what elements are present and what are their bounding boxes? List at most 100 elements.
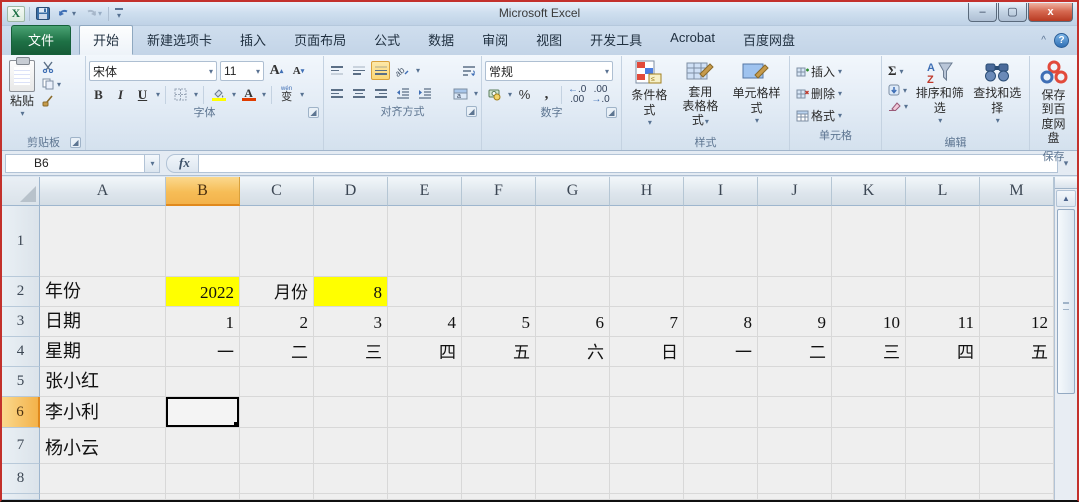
cell-B8[interactable]	[166, 464, 240, 494]
cell-I5[interactable]	[684, 367, 758, 397]
tab-3[interactable]: 页面布局	[280, 25, 360, 55]
cell-H9[interactable]	[610, 494, 684, 500]
font-dialog-launcher-icon[interactable]: ◢	[308, 107, 319, 118]
cell-C1[interactable]	[240, 206, 314, 277]
cell-A1[interactable]	[40, 206, 166, 277]
copy-button[interactable]: ▾	[40, 77, 63, 91]
scrollbar-split-box[interactable]	[1055, 177, 1077, 189]
row-header-2[interactable]: 2	[2, 277, 40, 307]
cell-A2[interactable]: 年份	[40, 277, 166, 307]
row-header-5[interactable]: 5	[2, 367, 40, 397]
cell-F1[interactable]	[462, 206, 536, 277]
cell-E5[interactable]	[388, 367, 462, 397]
undo-button[interactable]: ▾	[56, 5, 78, 22]
tab-7[interactable]: 视图	[522, 25, 576, 55]
column-header-M[interactable]: M	[980, 177, 1054, 206]
format-as-table-dropdown-icon[interactable]: ▾	[705, 117, 709, 126]
cell-I4[interactable]: 一	[684, 337, 758, 367]
orientation-dropdown-icon[interactable]: ▾	[416, 66, 420, 75]
cell-A9[interactable]	[40, 494, 166, 500]
cell-C6[interactable]	[240, 397, 314, 428]
bold-button[interactable]: B	[89, 85, 108, 104]
fill-color-button[interactable]	[209, 85, 228, 104]
wrap-text-button[interactable]	[459, 61, 478, 80]
redo-button[interactable]: ▾	[82, 5, 104, 22]
scrollbar-track[interactable]	[1055, 395, 1077, 500]
cell-G1[interactable]	[536, 206, 610, 277]
minimize-button[interactable]: –	[968, 2, 997, 22]
cell-D5[interactable]	[314, 367, 388, 397]
insert-cells-button[interactable]: 插入 ▾	[794, 62, 877, 81]
paste-dropdown-icon[interactable]: ▾	[20, 109, 24, 119]
cell-D3[interactable]: 3	[314, 307, 388, 337]
cell-L5[interactable]	[906, 367, 980, 397]
font-color-button[interactable]: A	[239, 85, 258, 104]
cell-styles-button[interactable]: 单元格样式 ▾	[727, 58, 786, 134]
column-header-B[interactable]: B	[166, 177, 240, 206]
cell-M4[interactable]: 五	[980, 337, 1054, 367]
cell-H3[interactable]: 7	[610, 307, 684, 337]
cell-E1[interactable]	[388, 206, 462, 277]
cell-K4[interactable]: 三	[832, 337, 906, 367]
underline-button[interactable]: U	[133, 85, 152, 104]
cell-J2[interactable]	[758, 277, 832, 307]
align-top-button[interactable]	[327, 61, 346, 80]
cell-L6[interactable]	[906, 397, 980, 428]
font-color-dropdown-icon[interactable]: ▾	[262, 90, 266, 99]
clipboard-dialog-launcher-icon[interactable]: ◢	[70, 137, 81, 148]
row-header-7[interactable]: 7	[2, 428, 40, 464]
cell-I1[interactable]	[684, 206, 758, 277]
name-box[interactable]: B6	[5, 153, 145, 173]
cell-A8[interactable]	[40, 464, 166, 494]
find-select-button[interactable]: 查找和选择 ▾	[969, 58, 1026, 134]
column-header-I[interactable]: I	[684, 177, 758, 206]
cell-I9[interactable]	[684, 494, 758, 500]
conditional-formatting-button[interactable]: ≤ 条件格式 ▾	[625, 58, 674, 134]
tab-8[interactable]: 开发工具	[576, 25, 656, 55]
cell-M2[interactable]	[980, 277, 1054, 307]
cell-D4[interactable]: 三	[314, 337, 388, 367]
cell-J3[interactable]: 9	[758, 307, 832, 337]
cell-I2[interactable]	[684, 277, 758, 307]
cell-E9[interactable]	[388, 494, 462, 500]
cell-M3[interactable]: 12	[980, 307, 1054, 337]
cell-F6[interactable]	[462, 397, 536, 428]
help-icon[interactable]: ?	[1054, 33, 1069, 48]
fill-color-dropdown-icon[interactable]: ▾	[232, 90, 236, 99]
accounting-format-button[interactable]	[485, 85, 504, 104]
tab-0[interactable]: 开始	[79, 25, 134, 55]
row-header-9[interactable]	[2, 494, 40, 500]
cell-H7[interactable]	[610, 428, 684, 464]
align-middle-button[interactable]	[349, 61, 368, 80]
cell-B9[interactable]	[166, 494, 240, 500]
cell-F7[interactable]	[462, 428, 536, 464]
cell-J1[interactable]	[758, 206, 832, 277]
cell-M9[interactable]	[980, 494, 1054, 500]
cell-C7[interactable]	[240, 428, 314, 464]
font-size-select[interactable]: 11 ▾	[220, 61, 264, 81]
delete-dropdown-icon[interactable]: ▾	[838, 89, 842, 98]
autosum-button[interactable]: Σ ▾	[886, 62, 910, 80]
column-header-J[interactable]: J	[758, 177, 832, 206]
column-header-A[interactable]: A	[40, 177, 166, 206]
select-all-corner[interactable]	[2, 177, 40, 206]
cell-D1[interactable]	[314, 206, 388, 277]
paste-button[interactable]: 粘贴 ▾	[5, 57, 39, 134]
cell-A3[interactable]: 日期	[40, 307, 166, 337]
align-center-button[interactable]	[349, 84, 368, 103]
cell-B7[interactable]	[166, 428, 240, 464]
cell-A6[interactable]: 李小利	[40, 397, 166, 428]
cell-H2[interactable]	[610, 277, 684, 307]
cell-E6[interactable]	[388, 397, 462, 428]
tab-2[interactable]: 插入	[226, 25, 280, 55]
cell-C8[interactable]	[240, 464, 314, 494]
column-header-C[interactable]: C	[240, 177, 314, 206]
redo-dropdown-icon[interactable]: ▾	[98, 9, 102, 18]
cell-L9[interactable]	[906, 494, 980, 500]
decrease-decimal-button[interactable]: .00 →.0	[590, 84, 610, 104]
percent-style-button[interactable]: %	[515, 85, 534, 104]
cell-D7[interactable]	[314, 428, 388, 464]
cell-M1[interactable]	[980, 206, 1054, 277]
cell-A4[interactable]: 星期	[40, 337, 166, 367]
borders-button[interactable]	[171, 85, 190, 104]
